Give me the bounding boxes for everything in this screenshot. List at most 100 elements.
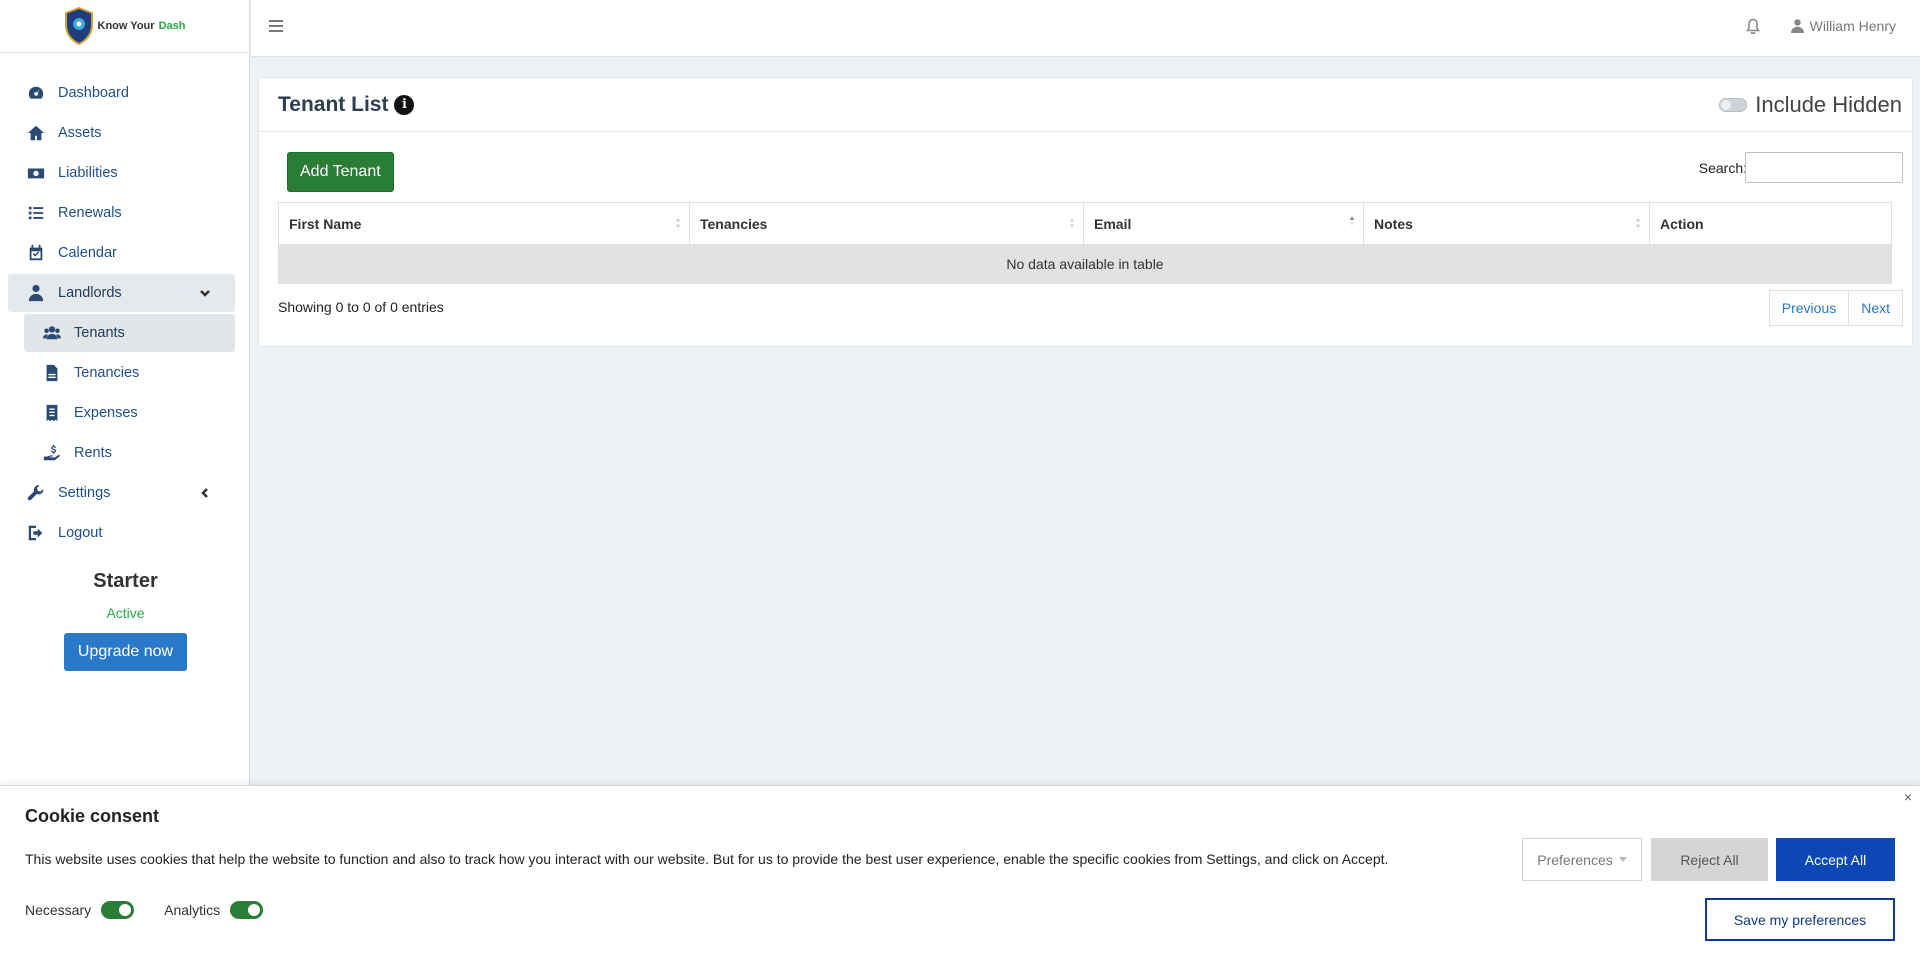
- column-header-first-name[interactable]: First Name: [278, 202, 690, 245]
- preferences-button[interactable]: Preferences: [1522, 838, 1642, 881]
- sidebar-item-label: Renewals: [58, 205, 122, 221]
- next-page-button[interactable]: Next: [1849, 290, 1903, 326]
- previous-page-button[interactable]: Previous: [1768, 290, 1850, 326]
- column-label: First Name: [289, 215, 362, 232]
- add-tenant-button[interactable]: Add Tenant: [287, 152, 394, 192]
- close-icon[interactable]: ×: [1904, 789, 1912, 805]
- wrench-icon: [26, 484, 46, 502]
- sidebar-item-assets[interactable]: Assets: [8, 114, 235, 152]
- reject-all-button[interactable]: Reject All: [1651, 838, 1768, 881]
- search-label: Search:: [1698, 160, 1747, 176]
- table-row: No data available in table: [278, 244, 1892, 284]
- hand-holding-dollar-icon: [42, 444, 62, 462]
- analytics-label: Analytics: [164, 902, 221, 918]
- cookie-title: Cookie consent: [25, 806, 160, 826]
- cookie-description: This website uses cookies that help the …: [25, 851, 1389, 867]
- analytics-toggle[interactable]: [230, 901, 264, 919]
- sidebar-item-label: Calendar: [58, 245, 117, 261]
- column-label: Notes: [1374, 215, 1413, 232]
- gauge-icon: [26, 84, 46, 102]
- sidebar-item-label: Assets: [58, 125, 102, 141]
- chevron-left-icon: [199, 487, 211, 499]
- table-info: Showing 0 to 0 of 0 entries: [278, 299, 444, 315]
- sidebar-item-label: Settings: [58, 485, 111, 501]
- cookie-consent-banner: Cookie consent × This website uses cooki…: [0, 785, 1920, 958]
- receipt-icon: [42, 404, 62, 422]
- sidebar-item-label: Liabilities: [58, 165, 118, 181]
- user-tie-icon: [26, 284, 46, 302]
- sidebar-item-label: Landlords: [58, 285, 122, 301]
- sidebar-item-label: Tenancies: [74, 365, 140, 381]
- sidebar-item-renewals[interactable]: Renewals: [8, 194, 235, 232]
- preferences-label: Preferences: [1537, 851, 1613, 868]
- table-header-row: First Name Tenancies Email Notes Action: [278, 202, 1892, 245]
- sidebar-item-label: Logout: [58, 525, 103, 541]
- sidebar-item-logout[interactable]: Logout: [8, 514, 235, 552]
- sidebar-item-label: Rents: [74, 445, 112, 461]
- tenant-table: First Name Tenancies Email Notes Action: [278, 202, 1892, 284]
- user-icon: [1790, 19, 1804, 33]
- necessary-toggle[interactable]: [101, 901, 135, 919]
- menu-toggle-icon[interactable]: [269, 20, 283, 34]
- save-preferences-button[interactable]: Save my preferences: [1705, 898, 1895, 941]
- sort-icon: [1069, 218, 1075, 228]
- top-bar: William Henry: [251, 0, 1920, 57]
- tenant-list-card: Tenant List i Include Hidden Add Tenant …: [258, 77, 1913, 347]
- sidebar-item-label: Tenants: [74, 325, 125, 341]
- file-contract-icon: [42, 364, 62, 382]
- bell-icon[interactable]: [1746, 18, 1760, 35]
- sign-out-icon: [26, 524, 46, 542]
- sidebar-item-settings[interactable]: Settings: [8, 474, 235, 512]
- plan-name: Starter: [93, 570, 158, 592]
- calendar-check-icon: [26, 244, 46, 262]
- cookie-toggles: Necessary Analytics: [25, 901, 283, 919]
- info-icon[interactable]: i: [394, 94, 415, 115]
- search-input[interactable]: [1745, 152, 1903, 183]
- sidebar-item-tenants[interactable]: Tenants: [24, 314, 235, 352]
- sort-ascending-icon: [1349, 216, 1355, 226]
- shield-logo-icon: [64, 7, 93, 45]
- sidebar-item-landlords[interactable]: Landlords: [8, 274, 235, 312]
- sidebar-item-label: Dashboard: [58, 85, 129, 101]
- chevron-down-icon: [199, 287, 211, 299]
- plan-status: Active: [106, 605, 145, 621]
- page-title: Tenant List: [278, 92, 389, 116]
- brand[interactable]: Know Your Dash: [0, 0, 249, 53]
- column-header-tenancies[interactable]: Tenancies: [689, 202, 1084, 245]
- user-menu[interactable]: William Henry: [1790, 18, 1896, 34]
- include-hidden-switch[interactable]: [1719, 98, 1748, 112]
- include-hidden-label: Include Hidden: [1755, 92, 1902, 117]
- user-name: William Henry: [1809, 18, 1896, 34]
- accept-all-button[interactable]: Accept All: [1776, 838, 1895, 881]
- brand-name-prefix: Know Your: [97, 20, 155, 32]
- sort-icon: [1635, 218, 1641, 228]
- sidebar-item-liabilities[interactable]: Liabilities: [8, 154, 235, 192]
- sidebar-item-label: Expenses: [74, 405, 138, 421]
- column-label: Tenancies: [700, 215, 768, 232]
- brand-logo: Know Your Dash: [64, 7, 186, 45]
- necessary-label: Necessary: [25, 902, 92, 918]
- sidebar-item-rents[interactable]: Rents: [24, 434, 235, 472]
- pagination: Previous Next: [1768, 290, 1903, 326]
- column-header-email[interactable]: Email: [1083, 202, 1364, 245]
- caret-down-icon: [1618, 857, 1627, 862]
- sidebar-nav: Dashboard Assets Liabilities Renewals Ca…: [0, 53, 249, 552]
- sidebar-item-calendar[interactable]: Calendar: [8, 234, 235, 272]
- sidebar-item-dashboard[interactable]: Dashboard: [8, 74, 235, 112]
- column-label: Action: [1660, 215, 1704, 232]
- upgrade-button[interactable]: Upgrade now: [63, 633, 188, 671]
- card-header: Tenant List i Include Hidden: [259, 78, 1912, 132]
- home-icon: [26, 124, 46, 142]
- column-label: Email: [1094, 215, 1132, 232]
- column-header-notes[interactable]: Notes: [1363, 202, 1650, 245]
- brand-name-accent: Dash: [158, 20, 186, 32]
- list-icon: [26, 204, 46, 222]
- plan-panel: Starter Active Upgrade now: [0, 570, 250, 671]
- sidebar-item-expenses[interactable]: Expenses: [24, 394, 235, 432]
- sort-icon: [675, 218, 681, 228]
- empty-table-message: No data available in table: [278, 244, 1892, 284]
- money-bill-icon: [26, 164, 46, 182]
- include-hidden-toggle[interactable]: Include Hidden: [1719, 92, 1902, 118]
- column-header-action: Action: [1649, 202, 1892, 245]
- sidebar-item-tenancies[interactable]: Tenancies: [24, 354, 235, 392]
